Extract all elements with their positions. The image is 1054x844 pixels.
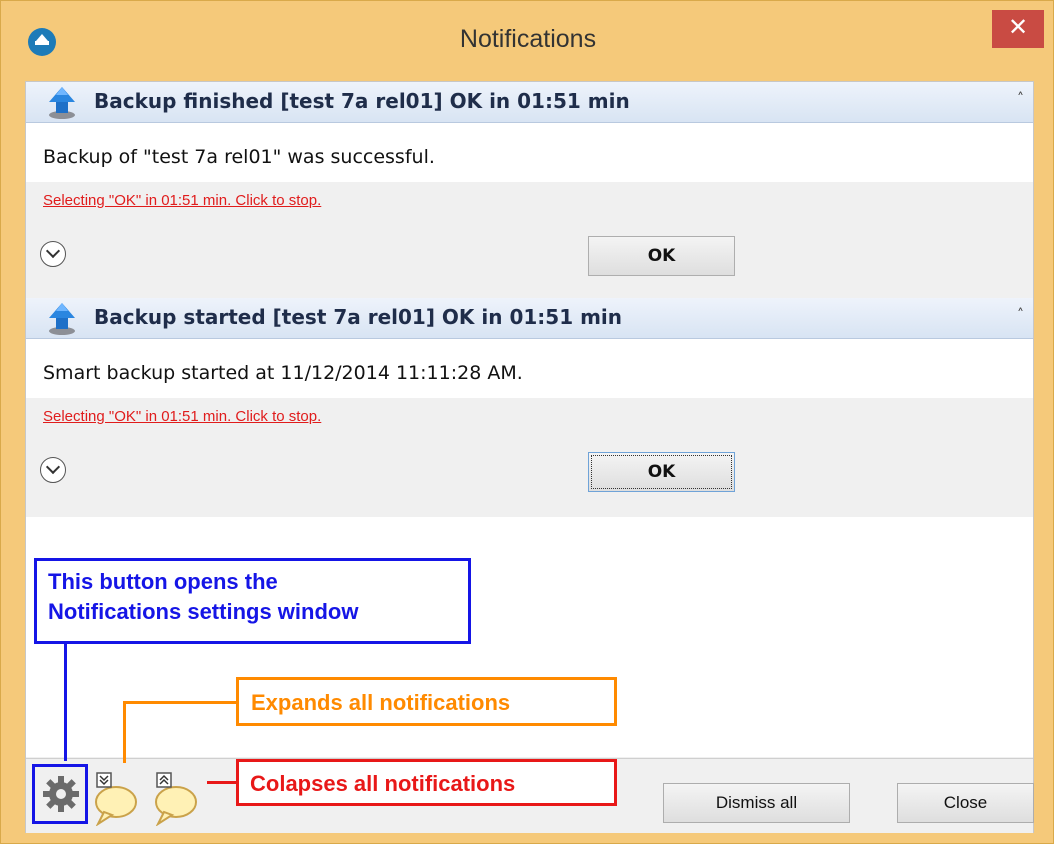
notification-body: Backup of "test 7a rel01" was successful… [26, 123, 1033, 182]
annotation-line-blue [64, 643, 67, 761]
close-icon[interactable]: ✕ [992, 10, 1044, 48]
notification-card: Backup started [test 7a rel01] OK in 01:… [26, 298, 1033, 517]
settings-button[interactable] [32, 764, 88, 824]
upload-arrow-icon [49, 87, 75, 119]
chevron-down-icon[interactable] [40, 241, 66, 267]
notification-actions: Selecting "OK" in 01:51 min. Click to st… [26, 398, 1033, 513]
settings-annotation-line1: This button opens the [48, 569, 278, 594]
collapse-caret-icon[interactable]: ˄ [1017, 92, 1024, 106]
settings-annotation-line2: Notifications settings window [48, 598, 359, 624]
notification-header[interactable]: Backup started [test 7a rel01] OK in 01:… [26, 298, 1033, 339]
settings-annotation: This button opens the Notifications sett… [34, 558, 471, 644]
chevron-down-icon[interactable] [40, 457, 66, 483]
countdown-stop-link[interactable]: Selecting "OK" in 01:51 min. Click to st… [43, 408, 321, 425]
notification-body: Smart backup started at 11/12/2014 11:11… [26, 339, 1033, 398]
annotation-line-orange [123, 701, 236, 704]
notification-message: Backup of "test 7a rel01" was successful… [43, 146, 435, 168]
dismiss-all-button[interactable]: Dismiss all [663, 783, 850, 823]
notification-title: Backup finished [test 7a rel01] OK in 01… [94, 89, 630, 113]
notification-message: Smart backup started at 11/12/2014 11:11… [43, 362, 523, 384]
annotation-line-red [207, 781, 236, 784]
expand-annotation: Expands all notifications [236, 677, 617, 726]
notifications-window: Notifications ✕ Backup finished [test 7a… [0, 0, 1054, 844]
collapse-all-bubble-icon[interactable] [148, 764, 204, 826]
gear-icon [43, 776, 79, 812]
upload-arrow-icon [49, 303, 75, 335]
collapse-caret-icon[interactable]: ˄ [1017, 308, 1024, 322]
notification-card: Backup finished [test 7a rel01] OK in 01… [26, 82, 1033, 298]
ok-button[interactable]: OK [588, 452, 735, 492]
expand-all-bubble-icon[interactable] [88, 764, 144, 826]
notification-title: Backup started [test 7a rel01] OK in 01:… [94, 305, 623, 329]
close-button[interactable]: Close [897, 783, 1034, 823]
annotation-line-orange [123, 701, 126, 763]
window-title: Notifications [459, 25, 597, 53]
title-bar[interactable]: Notifications ✕ [1, 1, 1054, 79]
notification-header[interactable]: Backup finished [test 7a rel01] OK in 01… [26, 82, 1033, 123]
notification-actions: Selecting "OK" in 01:51 min. Click to st… [26, 182, 1033, 297]
collapse-annotation: Colapses all notifications [236, 759, 617, 806]
ok-button[interactable]: OK [588, 236, 735, 276]
countdown-stop-link[interactable]: Selecting "OK" in 01:51 min. Click to st… [43, 192, 321, 209]
